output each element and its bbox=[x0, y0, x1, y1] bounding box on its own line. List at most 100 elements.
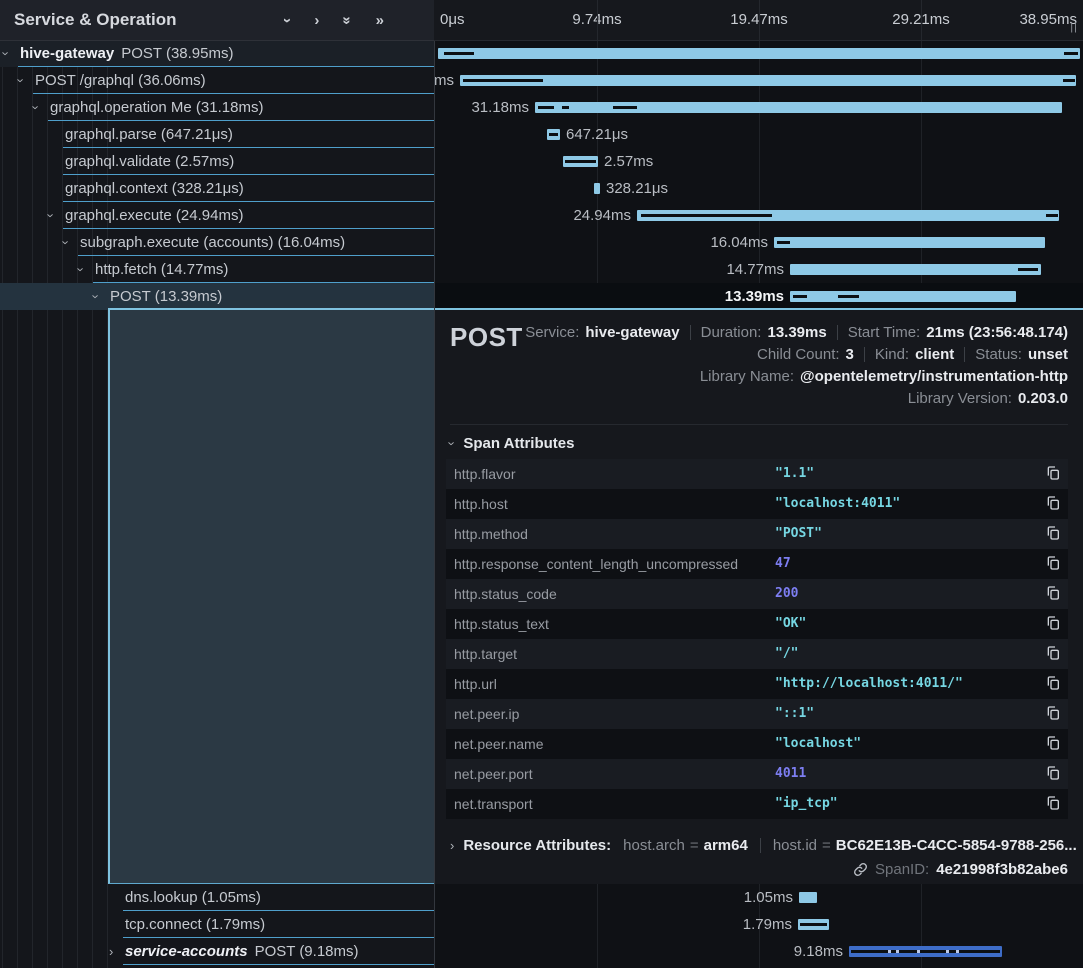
span-tree-row[interactable]: ›service-accountsPOST (9.18ms) bbox=[0, 938, 434, 965]
resource-key: host.arch bbox=[623, 837, 685, 854]
duration-bar[interactable] bbox=[790, 291, 1016, 302]
meta-value: 13.39ms bbox=[767, 324, 826, 341]
meta-line: Service:hive-gatewayDuration:13.39msStar… bbox=[515, 321, 1068, 343]
operation-name: tcp.connect (1.79ms) bbox=[125, 916, 265, 933]
timeline-bar-row: 24.94ms bbox=[434, 202, 1083, 229]
meta-label: Status: bbox=[975, 346, 1022, 363]
meta-value: client bbox=[915, 346, 954, 363]
chevron-down-icon[interactable]: › bbox=[8, 78, 35, 82]
span-tree-row[interactable]: dns.lookup (1.05ms) bbox=[0, 884, 434, 911]
collapse-children-icon[interactable]: › bbox=[285, 12, 290, 29]
chevron-down-icon[interactable]: › bbox=[68, 267, 95, 271]
attribute-row: net.peer.port4011 bbox=[446, 759, 1068, 789]
copy-icon[interactable] bbox=[1044, 525, 1062, 543]
duration-label: 31.18ms bbox=[471, 94, 529, 121]
span-tree-row[interactable]: tcp.connect (1.79ms) bbox=[0, 911, 434, 938]
panel-divider[interactable] bbox=[434, 0, 435, 968]
expand-all-icon[interactable]: » bbox=[376, 12, 384, 29]
child-span-marker bbox=[793, 295, 807, 298]
duration-bar[interactable] bbox=[460, 75, 1076, 86]
span-id-value: 4e21998f3b82abe6 bbox=[936, 861, 1068, 878]
span-tree: ›hive-gatewayPOST (38.95ms)›POST /graphq… bbox=[0, 40, 434, 310]
meta-value: @opentelemetry/instrumentation-http bbox=[800, 368, 1068, 385]
attribute-row: net.transport"ip_tcp" bbox=[446, 789, 1068, 819]
meta-label: Duration: bbox=[701, 324, 762, 341]
child-span-marker bbox=[549, 133, 558, 136]
resource-attributes-row[interactable]: › Resource Attributes: host.arch=arm64ho… bbox=[450, 834, 1077, 856]
timeline-bars: 36.06ms31.18ms647.21μs2.57ms328.21μs24.9… bbox=[434, 40, 1083, 310]
chevron-down-icon[interactable]: › bbox=[23, 105, 50, 109]
meta-label: Library Version: bbox=[908, 390, 1012, 407]
chevron-right-icon[interactable]: › bbox=[109, 938, 113, 965]
child-span-marker bbox=[538, 106, 554, 109]
duration-bar[interactable] bbox=[790, 264, 1041, 275]
copy-icon[interactable] bbox=[1044, 615, 1062, 633]
meta-label: Start Time: bbox=[848, 324, 921, 341]
chevron-down-icon[interactable]: › bbox=[53, 240, 80, 244]
row-border bbox=[123, 964, 434, 965]
span-tree-row[interactable]: ›graphql.execute (24.94ms) bbox=[0, 202, 434, 229]
meta-separator bbox=[864, 347, 865, 362]
span-tree-row[interactable]: ›POST /graphql (36.06ms) bbox=[0, 67, 434, 94]
chevron-down-icon[interactable]: › bbox=[0, 51, 20, 55]
link-icon[interactable] bbox=[853, 862, 868, 877]
child-span-marker bbox=[565, 160, 596, 163]
span-tree-row[interactable]: graphql.validate (2.57ms) bbox=[0, 148, 434, 175]
copy-icon[interactable] bbox=[1044, 675, 1062, 693]
span-label: subgraph.execute (accounts) (16.04ms) bbox=[80, 229, 345, 256]
detail-top-accent bbox=[108, 308, 1083, 310]
duration-bar[interactable] bbox=[799, 892, 817, 903]
child-span-marker bbox=[1018, 268, 1038, 271]
span-label: POST (13.39ms) bbox=[110, 283, 222, 310]
span-tree-row[interactable]: ›http.fetch (14.77ms) bbox=[0, 256, 434, 283]
span-tree-bottom: dns.lookup (1.05ms) tcp.connect (1.79ms) ›… bbox=[0, 884, 434, 968]
child-span-dot bbox=[946, 950, 949, 953]
span-tree-row[interactable]: graphql.parse (647.21μs) bbox=[0, 121, 434, 148]
span-tree-row[interactable]: ›hive-gatewayPOST (38.95ms) bbox=[0, 40, 434, 67]
chevron-down-icon[interactable]: › bbox=[83, 294, 110, 298]
span-tree-row[interactable]: graphql.context (328.21μs) bbox=[0, 175, 434, 202]
gridline bbox=[759, 0, 760, 40]
span-attributes-header[interactable]: › Span Attributes bbox=[450, 435, 574, 452]
span-tree-row[interactable]: ›POST (13.39ms) bbox=[0, 283, 434, 310]
operation-name: http.fetch (14.77ms) bbox=[95, 261, 228, 278]
copy-icon[interactable] bbox=[1044, 585, 1062, 603]
resource-value: arm64 bbox=[704, 837, 748, 854]
attribute-row: http.response_content_length_uncompresse… bbox=[446, 549, 1068, 579]
copy-icon[interactable] bbox=[1044, 495, 1062, 513]
child-span-marker bbox=[851, 950, 1000, 953]
attribute-row: http.flavor"1.1" bbox=[446, 459, 1068, 489]
attribute-value: "OK" bbox=[775, 609, 806, 639]
copy-icon[interactable] bbox=[1044, 765, 1062, 783]
copy-icon[interactable] bbox=[1044, 645, 1062, 663]
copy-icon[interactable] bbox=[1044, 465, 1062, 483]
span-label: http.fetch (14.77ms) bbox=[95, 256, 228, 283]
span-title: POST bbox=[450, 322, 523, 353]
panel-resize-handle[interactable]: || bbox=[1070, 21, 1078, 33]
collapse-all-icon[interactable]: » bbox=[343, 12, 351, 29]
child-span-marker bbox=[1046, 214, 1058, 217]
meta-separator bbox=[690, 325, 691, 340]
copy-icon[interactable] bbox=[1044, 555, 1062, 573]
meta-value: hive-gateway bbox=[585, 324, 679, 341]
chevron-right-icon: › bbox=[450, 838, 454, 853]
span-attributes-title: Span Attributes bbox=[463, 435, 574, 452]
duration-bar[interactable] bbox=[774, 237, 1045, 248]
timeline-bar-row: 1.05ms bbox=[434, 884, 1083, 911]
child-span-dot bbox=[956, 950, 959, 953]
attribute-value: 200 bbox=[775, 579, 798, 609]
span-tree-row[interactable]: ›graphql.operation Me (31.18ms) bbox=[0, 94, 434, 121]
span-tree-row[interactable]: ›subgraph.execute (accounts) (16.04ms) bbox=[0, 229, 434, 256]
copy-icon[interactable] bbox=[1044, 795, 1062, 813]
duration-bar[interactable] bbox=[594, 183, 600, 194]
timeline-bar-row bbox=[434, 40, 1083, 67]
resource-value: BC62E13B-C4CC-5854-9788-256... bbox=[836, 837, 1077, 854]
duration-bar[interactable] bbox=[438, 48, 1080, 59]
expand-children-icon[interactable]: › bbox=[314, 12, 319, 29]
child-span-marker bbox=[777, 241, 790, 244]
attribute-value: 4011 bbox=[775, 759, 806, 789]
chevron-down-icon[interactable]: › bbox=[38, 213, 65, 217]
copy-icon[interactable] bbox=[1044, 735, 1062, 753]
duration-label: 13.39ms bbox=[725, 283, 784, 310]
copy-icon[interactable] bbox=[1044, 705, 1062, 723]
